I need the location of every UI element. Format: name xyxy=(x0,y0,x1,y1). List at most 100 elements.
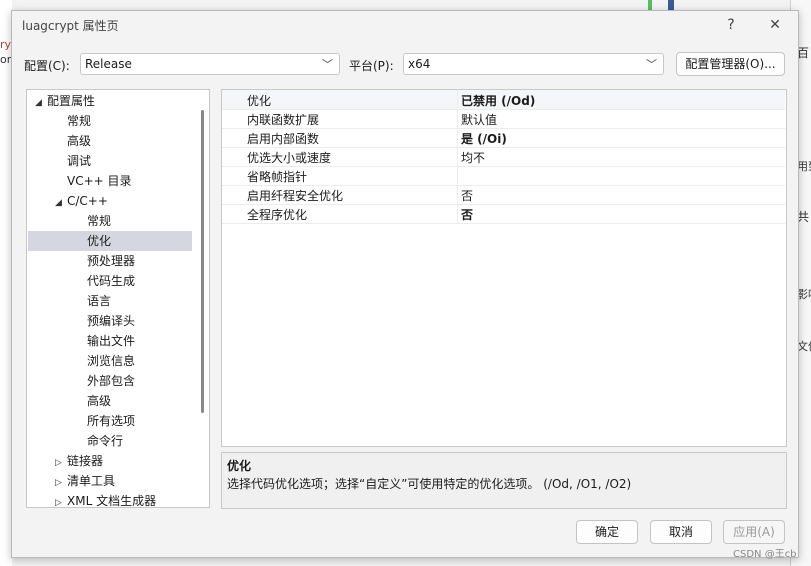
property-grid: 优化 已禁用 (/Od) 内联函数扩展 默认值 启用内部函数是 (/Oi) 优选大小或速度… xyxy=(221,89,787,447)
tree-item[interactable]: 所有选项 xyxy=(75,411,135,431)
chevron-down-icon: ﹀ xyxy=(646,58,657,71)
background-text: 文件 xyxy=(797,340,811,353)
property-value[interactable]: 是 (/Oi) xyxy=(461,130,507,147)
platform-label: 平台(P): xyxy=(349,59,394,73)
tree-item-label: 链接器 xyxy=(67,454,104,468)
property-pages-dialog: luagcrypt 属性页 ? ✕ 配置(C): Release ﹀ 平台(P)… xyxy=(11,10,799,558)
tree-item-label: 预编译头 xyxy=(87,314,136,328)
tree-item[interactable]: 语言 xyxy=(75,291,111,311)
tree-item-label: VC++ 目录 xyxy=(67,174,132,188)
property-row[interactable]: 全程序优化 否 xyxy=(222,204,785,224)
tree-item[interactable]: 高级 xyxy=(75,391,111,411)
help-icon: ? xyxy=(727,17,735,33)
collapsed-arrow-icon[interactable]: ▷ xyxy=(55,493,67,507)
expanded-arrow-icon[interactable]: ◢ xyxy=(55,193,67,213)
property-row[interactable]: 启用纤程安全优化 否 xyxy=(222,185,785,205)
property-value[interactable]: 均不 xyxy=(461,149,485,166)
property-value[interactable]: 否 xyxy=(461,187,473,204)
config-select-value: Release xyxy=(85,57,132,71)
chevron-down-icon: ﹀ xyxy=(322,58,333,71)
tree-item[interactable]: ▷ 清单工具 xyxy=(55,471,115,491)
tree-item[interactable]: 外部包含 xyxy=(75,371,135,391)
tree-item[interactable]: 代码生成 xyxy=(75,271,135,291)
column-divider xyxy=(457,128,458,147)
tree-item[interactable]: 预编译头 xyxy=(75,311,135,331)
tree-item[interactable]: ▷ XML 文档生成器 xyxy=(55,491,157,508)
platform-select-value: x64 xyxy=(408,57,431,71)
tree-item[interactable]: ◢ C/C++ xyxy=(55,191,108,211)
column-divider xyxy=(457,147,458,166)
tree-item[interactable]: ▷ 链接器 xyxy=(55,451,103,471)
tree-item-label: 语言 xyxy=(87,294,112,308)
property-row[interactable]: 启用内部函数 是 (/Oi) xyxy=(222,128,785,148)
tree-item-label: 清单工具 xyxy=(67,474,116,488)
tree-item-label: 配置属性 xyxy=(47,94,96,108)
property-row[interactable]: 内联函数扩展 默认值 xyxy=(222,109,785,129)
property-name: 内联函数扩展 xyxy=(247,113,320,127)
property-name: 启用内部函数 xyxy=(247,132,320,146)
tree-item-label: 常规 xyxy=(67,114,92,128)
watermark: CSDN @王cb xyxy=(733,549,797,560)
ok-button[interactable]: 确定 xyxy=(576,520,638,544)
tree-item[interactable]: VC++ 目录 xyxy=(55,171,132,191)
dialog-title: luagcrypt 属性页 xyxy=(22,19,119,33)
platform-select[interactable]: x64 ﹀ xyxy=(403,53,664,75)
tree-item[interactable]: 常规 xyxy=(55,111,91,131)
tree-item-label: 代码生成 xyxy=(87,274,136,288)
tree-item-label: C/C++ xyxy=(67,194,108,208)
config-label: 配置(C): xyxy=(24,59,70,73)
tree-item[interactable]: 高级 xyxy=(55,131,91,151)
background-text: 影响 xyxy=(797,288,811,301)
tree-item-label: 输出文件 xyxy=(87,334,136,348)
tree-item-label: 常规 xyxy=(87,214,112,228)
tree-item[interactable]: 调试 xyxy=(55,151,91,171)
tree-item[interactable]: 命令行 xyxy=(75,431,123,451)
expanded-arrow-icon[interactable]: ◢ xyxy=(35,93,47,113)
cancel-button[interactable]: 取消 xyxy=(650,520,712,544)
description-title: 优化 xyxy=(227,459,252,473)
apply-button[interactable]: 应用(A) xyxy=(723,520,785,544)
tree-item[interactable]: 预处理器 xyxy=(75,251,135,271)
property-name: 优化 xyxy=(247,94,272,108)
property-row[interactable]: 省略帧指针 xyxy=(222,166,785,186)
column-divider xyxy=(457,185,458,204)
tree-item-label: 所有选项 xyxy=(87,414,136,428)
config-manager-button[interactable]: 配置管理器(O)... xyxy=(676,52,785,76)
column-divider xyxy=(457,166,458,185)
config-select[interactable]: Release ﹀ xyxy=(80,53,340,75)
tree-item-label: XML 文档生成器 xyxy=(67,494,157,508)
property-row[interactable]: 优化 已禁用 (/Od) xyxy=(222,90,785,110)
tree-item[interactable]: 优化 xyxy=(75,231,111,251)
tree-scrollbar[interactable] xyxy=(201,110,204,413)
description-panel: 优化 选择代码优化选项；选择“自定义”可使用特定的优化选项。 (/Od, /O1… xyxy=(221,452,787,509)
help-button[interactable]: ? xyxy=(716,13,746,37)
background-text: 用到 xyxy=(797,160,811,173)
tree-item[interactable]: 输出文件 xyxy=(75,331,135,351)
property-name: 优选大小或速度 xyxy=(247,151,332,165)
property-name: 省略帧指针 xyxy=(247,170,308,184)
close-button[interactable]: ✕ xyxy=(760,13,790,37)
tree-item-label: 高级 xyxy=(67,134,92,148)
property-value[interactable]: 已禁用 (/Od) xyxy=(461,92,535,109)
tree-item-label: 浏览信息 xyxy=(87,354,136,368)
tree-item-label: 预处理器 xyxy=(87,254,136,268)
close-icon: ✕ xyxy=(769,17,781,33)
property-value[interactable]: 默认值 xyxy=(461,111,497,128)
collapsed-arrow-icon[interactable]: ▷ xyxy=(55,453,67,473)
tree-item-label: 外部包含 xyxy=(87,374,136,388)
property-tree: ◢ 配置属性 常规 高级 调试 VC++ 目录 ◢ C/C++ 常规 优化 预处理器 代码生成 语言 预编… xyxy=(26,89,210,508)
property-value[interactable]: 否 xyxy=(461,206,473,223)
description-text: 选择代码优化选项；选择“自定义”可使用特定的优化选项。 (/Od, /O1, /… xyxy=(227,477,632,491)
column-divider xyxy=(457,90,458,109)
tree-item[interactable]: ◢ 配置属性 xyxy=(35,91,95,111)
tree-item-label: 命令行 xyxy=(87,434,124,448)
tree-item[interactable]: 常规 xyxy=(75,211,111,231)
tree-item-label: 优化 xyxy=(87,234,112,248)
tree-item[interactable]: 浏览信息 xyxy=(75,351,135,371)
tree-item-label: 调试 xyxy=(67,154,92,168)
column-divider xyxy=(457,204,458,223)
property-name: 全程序优化 xyxy=(247,208,308,222)
column-divider xyxy=(457,109,458,128)
property-row[interactable]: 优选大小或速度 均不 xyxy=(222,147,785,167)
collapsed-arrow-icon[interactable]: ▷ xyxy=(55,473,67,493)
